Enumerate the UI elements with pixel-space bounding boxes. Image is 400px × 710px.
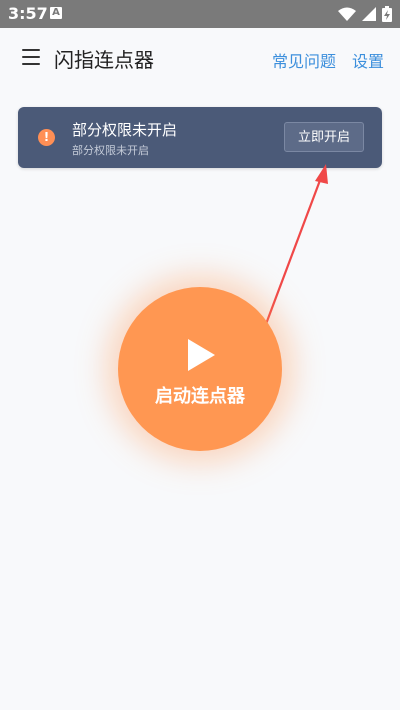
status-time: 3:57 <box>8 4 48 23</box>
status-icons <box>338 6 392 22</box>
play-icon <box>188 339 215 371</box>
faq-link[interactable]: 常见问题 <box>272 48 336 72</box>
warning-icon: ! <box>38 129 55 146</box>
status-bar: 3:57 A <box>0 0 400 28</box>
permission-title: 部分权限未开启 <box>72 121 178 139</box>
hamburger-menu-icon[interactable] <box>22 49 40 65</box>
signal-icon <box>362 7 376 21</box>
wifi-icon <box>338 7 356 21</box>
start-clicker-label: 启动连点器 <box>155 386 245 407</box>
battery-icon <box>382 6 392 22</box>
enable-now-button[interactable]: 立即开启 <box>284 122 364 152</box>
settings-link[interactable]: 设置 <box>352 48 384 72</box>
permission-subtitle: 部分权限未开启 <box>72 144 149 157</box>
notification-a-icon: A <box>50 7 62 19</box>
permission-banner: ! 部分权限未开启 部分权限未开启 立即开启 <box>18 107 382 168</box>
app-bar: 闪指连点器 常见问题 设置 <box>0 28 400 86</box>
start-clicker-button[interactable]: 启动连点器 <box>118 287 282 451</box>
app-title: 闪指连点器 <box>54 48 154 72</box>
